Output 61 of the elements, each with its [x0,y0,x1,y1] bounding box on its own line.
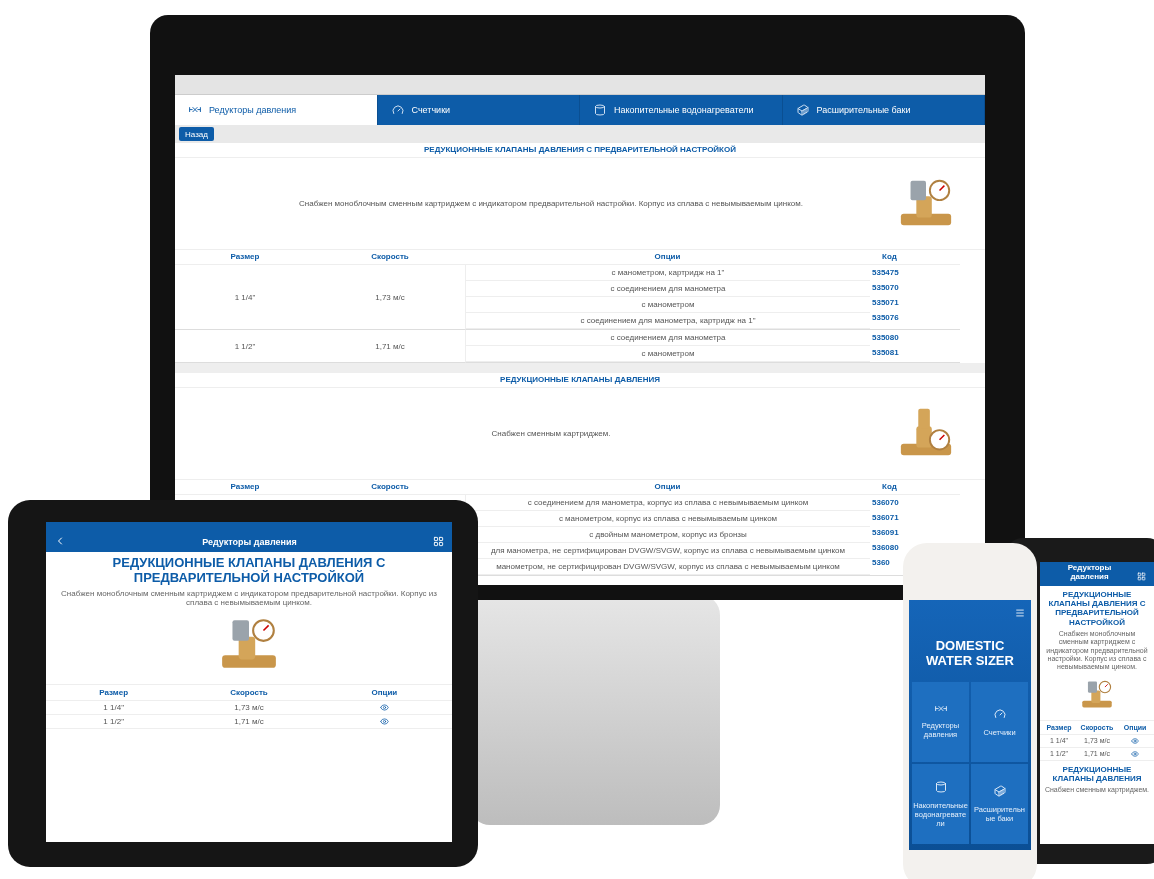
section-description: Снабжен сменным картриджем. [490,429,612,438]
column-header: Опции [465,480,870,495]
tablet-screen: Редукторы давления РЕДУКЦИОННЫЕ КЛАПАНЫ ДАВЛЕНИЯ С ПРЕДВАРИТЕЛЬНОЙ НАСТРОЙКОЙ Снабжен моноблочным сменным картриджем с индикатором предварительной настройки. Корпус из сплава с невымываемым цинком. Размер Скорость Опции 1 1/4" 1,73 м/с 1 1/2" 1,71 м/с [46,522,452,842]
product-code-link[interactable]: 535070 [870,280,899,295]
cylinder-icon [594,104,606,116]
column-header: Размер [175,480,315,495]
product-code-link[interactable]: 536080 [870,540,899,555]
valve-icon [934,705,947,713]
section-description: Снабжен моноблочным сменным картриджем с индикатором предварительной настройки. Корпус из сплава с невымываемым цинком. [298,199,804,208]
table-cell: 1,73 м/с [181,701,317,716]
menu-icon[interactable] [1015,608,1025,618]
column-header: Опции [465,250,870,265]
column-header: Код [870,250,960,265]
section-title: РЕДУКЦИОННЫЕ КЛАПАНЫ ДАВЛЕНИЯ [1051,763,1143,785]
product-code-link[interactable]: 535076 [870,310,899,325]
product-title: РЕДУКЦИОННЫЕ КЛАПАНЫ ДАВЛЕНИЯ С ПРЕДВАРИТЕЛЬНОЙ НАСТРОЙКОЙ [1047,589,1147,628]
gauge-icon [993,707,1006,720]
cylinder-icon [934,780,947,793]
table-cell: с манометром [466,346,870,362]
product-code-link[interactable]: 535071 [870,295,899,310]
table-cell: с соединением для манометра [466,330,870,346]
product-code-link[interactable]: 535475 [870,265,899,280]
column-header: Код [870,480,960,495]
category-tab[interactable]: Редукторы давления [175,95,378,125]
column-header: Скорость [181,685,317,702]
table-cell: 1 1/4" [46,701,182,716]
view-icon[interactable] [379,703,389,713]
valve-icon [189,106,201,114]
table-cell: с манометром, картридж на 1" [466,265,870,281]
section-title: РЕДУКЦИОННЫЕ КЛАПАНЫ ДАВЛЕНИЯ [175,373,985,388]
app-title: DOMESTIC WATER SIZER [925,637,1015,670]
column-header: Скорость [315,250,465,265]
column-header: Опции [316,685,452,702]
table-cell: 1,73 м/с [315,265,465,330]
view-icon[interactable] [379,717,389,727]
section-title: РЕДУКЦИОННЫЕ КЛАПАНЫ ДАВЛЕНИЯ С ПРЕДВАРИТЕЛЬНОЙ НАСТРОЙКОЙ [175,143,985,158]
view-icon[interactable] [1131,749,1139,758]
tank-icon [796,104,809,116]
table-cell: 1 1/2" [46,715,182,730]
back-button[interactable]: Назад [179,127,214,141]
product-title: РЕДУКЦИОННЫЕ КЛАПАНЫ ДАВЛЕНИЯ С ПРЕДВАРИТЕЛЬНОЙ НАСТРОЙКОЙ [111,554,387,587]
product-code-link[interactable]: 535080 [870,330,899,345]
product-code-link[interactable]: 5360 [870,555,890,570]
product-description: Снабжен моноблочным сменным картриджем с индикатором предварительной настройки. Корпус из сплава с невымываемым цинком. [60,587,438,610]
table-cell: с соединением для манометра [466,281,870,297]
column-header: Скорость [315,480,465,495]
table-cell: 1,71 м/с [181,715,317,730]
product-code-link[interactable]: 535081 [870,345,899,360]
grid-icon[interactable] [433,536,444,547]
grid-icon[interactable] [1137,572,1146,581]
table-cell: с манометром [466,297,870,313]
column-header: Размер [175,250,315,265]
column-header: Размер [46,685,182,702]
view-icon[interactable] [1131,736,1139,745]
gauge-icon [391,104,404,116]
product-code-link[interactable]: 536071 [870,510,899,525]
product-code-link[interactable]: 536070 [870,495,899,510]
product-code-link[interactable]: 536091 [870,525,899,540]
table-cell: с соединением для манометра, картридж на 1" [466,313,870,329]
tank-icon [993,785,1006,797]
table-cell: 1 1/4" [175,265,315,330]
